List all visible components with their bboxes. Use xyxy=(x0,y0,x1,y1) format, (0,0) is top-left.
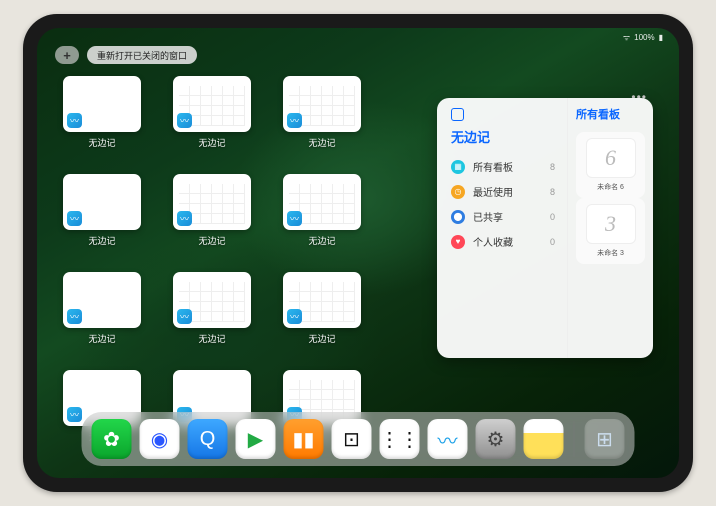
sidebar-item-icon: ⬤ xyxy=(451,210,465,224)
wifi-icon: ᯤ xyxy=(623,32,630,43)
expose-window[interactable]: 〰无边记 xyxy=(61,76,143,164)
expose-window[interactable]: 〰无边记 xyxy=(171,272,253,360)
window-label: 无边记 xyxy=(88,332,115,345)
freeform-app-icon: 〰 xyxy=(177,309,192,324)
panel-right-title: 所有看板 xyxy=(576,106,645,122)
dock-separator xyxy=(574,421,575,457)
window-label: 无边记 xyxy=(198,136,225,149)
sidebar-toggle-icon[interactable] xyxy=(451,108,464,121)
freeform-app-icon: 〰 xyxy=(67,113,82,128)
freeform-app-icon: 〰 xyxy=(67,407,82,422)
expose-window[interactable]: 〰无边记 xyxy=(281,174,363,262)
sidebar-item-icon: ◷ xyxy=(451,185,465,199)
battery-icon: ▮ xyxy=(659,33,663,42)
dock-wechat-icon[interactable]: ✿ xyxy=(92,419,132,459)
sidebar-item-icon: ▦ xyxy=(451,160,465,174)
freeform-app-icon: 〰 xyxy=(177,211,192,226)
status-bar: ᯤ 100% ▮ xyxy=(37,30,679,44)
window-label: 无边记 xyxy=(308,332,335,345)
dock-dice-icon[interactable]: ⊡ xyxy=(332,419,372,459)
sidebar-item-count: 0 xyxy=(550,237,555,247)
window-label: 无边记 xyxy=(88,136,115,149)
dock-freeform-icon[interactable]: 〰 xyxy=(428,419,468,459)
window-label: 无边记 xyxy=(88,234,115,247)
expose-window[interactable]: 〰无边记 xyxy=(61,174,143,262)
reopen-closed-window-button[interactable]: 重新打开已关闭的窗口 xyxy=(87,46,197,64)
sidebar-item-count: 0 xyxy=(550,212,555,222)
freeform-app-icon: 〰 xyxy=(177,113,192,128)
panel-left: 无边记 ▦ 所有看板 8 ◷ 最近使用 8 ⬤ 已共享 0 ♥ 个人收藏 0 xyxy=(437,98,567,358)
window-label: 无边记 xyxy=(198,332,225,345)
board-thumbnail: 6 xyxy=(586,138,636,178)
window-thumbnail: 〰 xyxy=(173,76,251,132)
dock: ✿◉Q▶▮▮⊡⋮⋮〰⚙ ⊞ xyxy=(82,412,635,466)
freeform-app-icon: 〰 xyxy=(67,309,82,324)
board-label: 未命名 3 xyxy=(597,248,624,258)
freeform-side-panel: 无边记 ▦ 所有看板 8 ◷ 最近使用 8 ⬤ 已共享 0 ♥ 个人收藏 0 所有看板 6 未命名 6 3… xyxy=(437,98,653,358)
sidebar-item[interactable]: ♥ 个人收藏 0 xyxy=(451,229,555,254)
sidebar-item-count: 8 xyxy=(550,187,555,197)
sidebar-item[interactable]: ▦ 所有看板 8 xyxy=(451,154,555,179)
dock-books-icon[interactable]: ▮▮ xyxy=(284,419,324,459)
board-card[interactable]: 3 未命名 3 xyxy=(576,198,645,264)
dock-play-icon[interactable]: ▶ xyxy=(236,419,276,459)
window-label: 无边记 xyxy=(308,234,335,247)
dock-browser-icon[interactable]: Q xyxy=(188,419,228,459)
sidebar-item[interactable]: ⬤ 已共享 0 xyxy=(451,204,555,229)
board-label: 未命名 6 xyxy=(597,182,624,192)
freeform-app-icon: 〰 xyxy=(67,211,82,226)
expose-window[interactable]: 〰无边记 xyxy=(171,76,253,164)
window-thumbnail: 〰 xyxy=(283,174,361,230)
dock-app-library-icon[interactable]: ⊞ xyxy=(585,419,625,459)
sidebar-item-label: 所有看板 xyxy=(473,159,513,174)
window-expose-grid: 〰无边记〰无边记〰无边记〰无边记〰无边记〰无边记〰无边记〰无边记〰无边记〰无边记… xyxy=(61,76,421,458)
dock-settings-icon[interactable]: ⚙ xyxy=(476,419,516,459)
window-thumbnail: 〰 xyxy=(63,174,141,230)
freeform-app-icon: 〰 xyxy=(287,211,302,226)
window-label: 无边记 xyxy=(198,234,225,247)
expose-window[interactable]: 〰无边记 xyxy=(61,272,143,360)
board-card[interactable]: 6 未命名 6 xyxy=(576,132,645,198)
sidebar-item-label: 已共享 xyxy=(473,209,503,224)
window-label: 无边记 xyxy=(308,136,335,149)
battery-percent: 100% xyxy=(634,33,654,42)
window-thumbnail: 〰 xyxy=(283,76,361,132)
new-window-button[interactable]: + xyxy=(55,46,79,64)
window-thumbnail: 〰 xyxy=(173,174,251,230)
sidebar-item[interactable]: ◷ 最近使用 8 xyxy=(451,179,555,204)
screen: ᯤ 100% ▮ + 重新打开已关闭的窗口 〰无边记〰无边记〰无边记〰无边记〰无… xyxy=(37,28,679,478)
window-thumbnail: 〰 xyxy=(63,272,141,328)
freeform-app-icon: 〰 xyxy=(287,113,302,128)
ipad-frame: ᯤ 100% ▮ + 重新打开已关闭的窗口 〰无边记〰无边记〰无边记〰无边记〰无… xyxy=(23,14,693,492)
sidebar-item-label: 个人收藏 xyxy=(473,234,513,249)
expose-window[interactable]: 〰无边记 xyxy=(281,76,363,164)
dock-quark-icon[interactable]: ◉ xyxy=(140,419,180,459)
dock-notes-icon[interactable] xyxy=(524,419,564,459)
expose-window[interactable]: 〰无边记 xyxy=(281,272,363,360)
expose-window[interactable]: 〰无边记 xyxy=(171,174,253,262)
dock-connect-icon[interactable]: ⋮⋮ xyxy=(380,419,420,459)
window-thumbnail: 〰 xyxy=(63,76,141,132)
window-thumbnail: 〰 xyxy=(283,272,361,328)
window-thumbnail: 〰 xyxy=(173,272,251,328)
board-thumbnail: 3 xyxy=(586,204,636,244)
panel-right: 所有看板 6 未命名 6 3 未命名 3 xyxy=(567,98,653,358)
freeform-app-icon: 〰 xyxy=(287,309,302,324)
panel-app-title: 无边记 xyxy=(451,127,555,146)
sidebar-item-icon: ♥ xyxy=(451,235,465,249)
sidebar-item-label: 最近使用 xyxy=(473,184,513,199)
top-controls: + 重新打开已关闭的窗口 xyxy=(55,46,197,64)
sidebar-item-count: 8 xyxy=(550,162,555,172)
